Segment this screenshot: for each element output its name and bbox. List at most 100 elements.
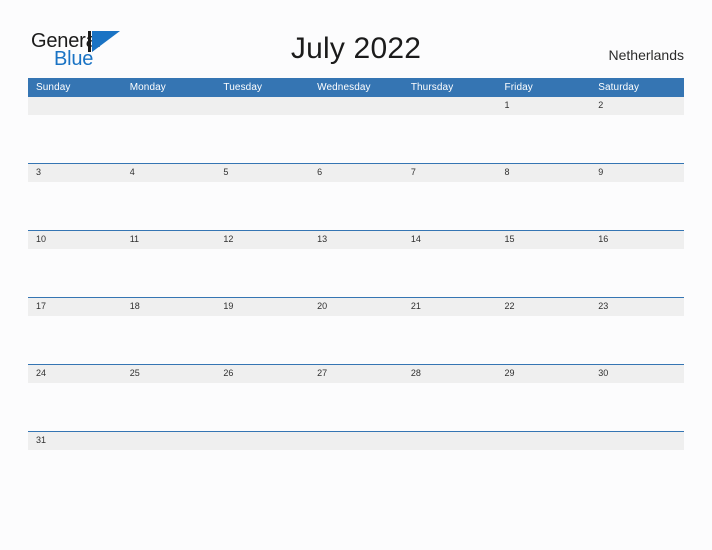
calendar-day-notes-area[interactable]: [496, 182, 591, 230]
calendar-day-cell[interactable]: 1: [496, 97, 591, 164]
calendar-day-notes-area[interactable]: [496, 383, 591, 431]
calendar-day-cell[interactable]: 24: [28, 364, 122, 432]
calendar-day-notes-area[interactable]: [215, 450, 310, 498]
calendar-day-cell[interactable]: 9: [590, 163, 684, 231]
calendar-day-empty: [402, 432, 497, 498]
calendar-day-notes-area[interactable]: [590, 182, 684, 230]
calendar-day-cell[interactable]: [590, 431, 684, 498]
calendar-day: 26: [215, 365, 310, 431]
calendar-day: 3: [28, 164, 122, 230]
calendar-day-cell[interactable]: 30: [590, 364, 684, 432]
calendar-day-notes-area[interactable]: [402, 316, 497, 364]
calendar-day-notes-area[interactable]: [402, 383, 497, 431]
calendar-day-notes-area[interactable]: [496, 450, 591, 498]
calendar-day-notes-area[interactable]: [28, 249, 122, 297]
calendar-day-notes-area[interactable]: [496, 249, 591, 297]
calendar-day-notes-area[interactable]: [309, 115, 403, 163]
calendar-day-notes-area[interactable]: [28, 115, 122, 163]
calendar-day-cell[interactable]: 2: [590, 97, 684, 164]
calendar-day-cell[interactable]: 3: [28, 163, 122, 231]
calendar-day-notes-area[interactable]: [402, 115, 497, 163]
calendar-day-cell[interactable]: [496, 431, 591, 498]
calendar-day-notes-area[interactable]: [590, 450, 684, 498]
calendar-day-cell[interactable]: 13: [309, 230, 403, 298]
calendar-day-cell[interactable]: 16: [590, 230, 684, 298]
calendar-day-cell[interactable]: 21: [402, 297, 497, 365]
calendar-day-cell[interactable]: 19: [215, 297, 310, 365]
calendar-day-cell[interactable]: [309, 97, 403, 164]
calendar-day-cell[interactable]: [121, 431, 216, 498]
calendar-day-notes-area[interactable]: [215, 383, 310, 431]
calendar-day-cell[interactable]: [402, 431, 497, 498]
calendar-day: 20: [309, 298, 403, 364]
calendar-day-cell[interactable]: 6: [309, 163, 403, 231]
calendar-day-notes-area[interactable]: [215, 115, 310, 163]
calendar-day-notes-area[interactable]: [215, 316, 310, 364]
calendar-week-row: 12: [28, 97, 684, 164]
calendar-day-notes-area[interactable]: [121, 450, 216, 498]
calendar-day-cell[interactable]: [215, 431, 310, 498]
calendar-day-cell[interactable]: 17: [28, 297, 122, 365]
country-label: Netherlands: [608, 47, 685, 63]
calendar-day-cell[interactable]: 15: [496, 230, 591, 298]
calendar-day: 18: [121, 298, 216, 364]
calendar-day-notes-area[interactable]: [309, 316, 403, 364]
calendar-day-cell[interactable]: [28, 97, 122, 164]
calendar-day-cell[interactable]: [402, 97, 497, 164]
calendar-day-notes-area[interactable]: [496, 115, 591, 163]
calendar-day: 19: [215, 298, 310, 364]
calendar-day-notes-area[interactable]: [309, 182, 403, 230]
calendar-day-notes-area[interactable]: [309, 383, 403, 431]
calendar-day-cell[interactable]: 11: [121, 230, 216, 298]
calendar-day-notes-area[interactable]: [590, 249, 684, 297]
calendar-day-notes-area[interactable]: [121, 115, 216, 163]
calendar-day-notes-area[interactable]: [28, 182, 122, 230]
calendar-day-cell[interactable]: 10: [28, 230, 122, 298]
weekday-header-tuesday: Tuesday: [215, 78, 310, 97]
calendar-day-notes-area[interactable]: [402, 450, 497, 498]
calendar-day-notes-area[interactable]: [496, 316, 591, 364]
calendar-day-cell[interactable]: 4: [121, 163, 216, 231]
calendar-day-cell[interactable]: 8: [496, 163, 591, 231]
calendar-day-notes-area[interactable]: [121, 249, 216, 297]
calendar-day-cell[interactable]: 7: [402, 163, 497, 231]
calendar-day-notes-area[interactable]: [28, 316, 122, 364]
calendar-day-empty: [496, 432, 591, 498]
calendar-day-cell[interactable]: [121, 97, 216, 164]
calendar-day-empty: [309, 97, 403, 163]
calendar-day-cell[interactable]: [309, 431, 403, 498]
calendar-day-cell[interactable]: 25: [121, 364, 216, 432]
calendar-day-cell[interactable]: 27: [309, 364, 403, 432]
calendar-day-number: [215, 97, 310, 115]
calendar-day-cell[interactable]: [215, 97, 310, 164]
calendar-day-cell[interactable]: 14: [402, 230, 497, 298]
calendar-day: 21: [402, 298, 497, 364]
calendar-day-cell[interactable]: 29: [496, 364, 591, 432]
calendar-day-notes-area[interactable]: [215, 182, 310, 230]
calendar-day-cell[interactable]: 12: [215, 230, 310, 298]
calendar-day-cell[interactable]: 26: [215, 364, 310, 432]
calendar-day-cell[interactable]: 18: [121, 297, 216, 365]
calendar-day-cell[interactable]: 22: [496, 297, 591, 365]
calendar-day-cell[interactable]: 28: [402, 364, 497, 432]
calendar-day-notes-area[interactable]: [309, 249, 403, 297]
calendar-day-notes-area[interactable]: [402, 249, 497, 297]
calendar-day-cell[interactable]: 20: [309, 297, 403, 365]
calendar-day-cell[interactable]: 23: [590, 297, 684, 365]
calendar-day-number: 16: [590, 231, 684, 249]
calendar-day-notes-area[interactable]: [309, 450, 403, 498]
calendar-day-notes-area[interactable]: [590, 383, 684, 431]
calendar-day-cell[interactable]: 31: [28, 431, 122, 498]
calendar-day-notes-area[interactable]: [121, 182, 216, 230]
calendar-day-empty: [215, 97, 310, 163]
calendar-day-notes-area[interactable]: [402, 182, 497, 230]
calendar-day-notes-area[interactable]: [121, 316, 216, 364]
calendar-day-notes-area[interactable]: [28, 383, 122, 431]
calendar-day-cell[interactable]: 5: [215, 163, 310, 231]
calendar-day-notes-area[interactable]: [28, 450, 122, 498]
calendar-day-notes-area[interactable]: [121, 383, 216, 431]
calendar-day: 6: [309, 164, 403, 230]
calendar-day-notes-area[interactable]: [590, 316, 684, 364]
calendar-day-notes-area[interactable]: [590, 115, 684, 163]
calendar-day-notes-area[interactable]: [215, 249, 310, 297]
